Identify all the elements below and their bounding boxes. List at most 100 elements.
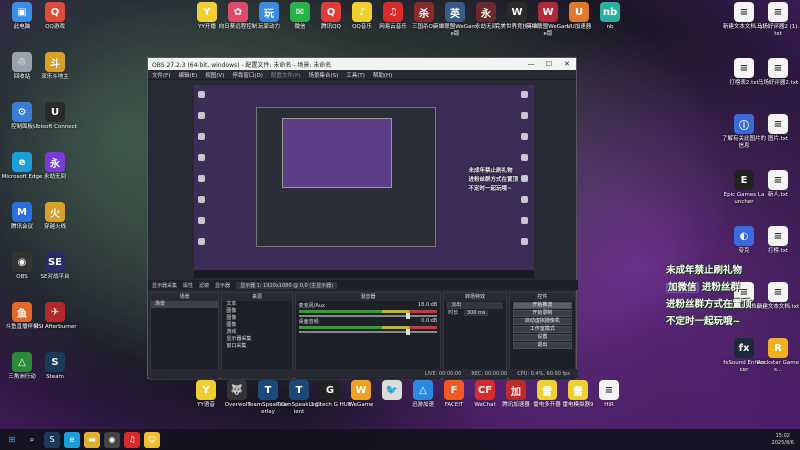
start-recording-button[interactable]: 开始录制 [512, 310, 572, 317]
app-icon: ◐ [734, 226, 754, 246]
edge-icon[interactable]: e [64, 431, 80, 448]
menu-tools[interactable]: 工具(T) [346, 71, 365, 79]
preview-desktop-icon [198, 133, 205, 140]
desktop-shortcut[interactable]: ≡ 马场好评器2 (1).txt [756, 2, 800, 38]
source-item[interactable]: 窗口采集 [222, 343, 291, 350]
filters-button[interactable]: 滤镜 [199, 282, 209, 289]
source-item[interactable]: 图像 [222, 315, 291, 322]
overlay-line-1: 未成年禁止刷礼物 [666, 265, 743, 276]
settings-button[interactable]: 设置 [512, 334, 572, 341]
preview-desktop-icon [521, 175, 528, 182]
app-icon: Q [321, 2, 341, 22]
source-item[interactable]: 图像 [222, 308, 291, 315]
app-icon: M [12, 202, 32, 222]
menu-scene-collection[interactable]: 场景集合(S) [308, 71, 338, 79]
desktop-shortcut[interactable]: ≡ 马场好评器2.txt [756, 58, 800, 87]
menu-help[interactable]: 帮助(H) [373, 71, 392, 79]
shortcut-label: 穿越火线 [43, 224, 66, 230]
close-icon[interactable]: ✕ [558, 60, 576, 68]
folder-icon[interactable]: ▬ [84, 431, 100, 448]
controls-title: 控件 [509, 293, 575, 301]
desktop-shortcut[interactable]: ≡ HIR [587, 380, 631, 409]
display-select[interactable]: 显示器 1: 1920x1080 @ 0,0 (主显示器) [236, 281, 338, 289]
shortcut-label: 新人.txt [767, 192, 789, 198]
menu-docks[interactable]: 停靠窗口(D) [232, 71, 263, 79]
desktop-shortcut[interactable]: Q QQ游戏 [33, 2, 77, 31]
overlay-line-4: 不定时一起玩哦~ [666, 316, 741, 327]
minimize-icon[interactable]: — [522, 60, 540, 68]
preview-desktop-icon [521, 133, 528, 140]
exit-button[interactable]: 退出 [512, 342, 572, 349]
studio-mode-button[interactable]: 工作室模式 [512, 326, 572, 333]
start-icon[interactable]: ⊞ [4, 432, 20, 448]
app-icon: 加 [506, 380, 526, 400]
desktop-shortcut[interactable]: R Rockstar Games... [756, 338, 800, 374]
properties-button[interactable]: 属性 [183, 282, 193, 289]
desktop-shortcut[interactable]: ≡ 新人.txt [756, 170, 800, 199]
preview-desktop-icon [521, 91, 528, 98]
taskbar-clock[interactable]: 15:02 2025/8/6 [772, 433, 794, 447]
volume-slider[interactable] [298, 313, 438, 319]
menu-profile[interactable]: 配置文件(P) [271, 71, 301, 79]
app-icon: ✿ [228, 2, 248, 22]
source-toolbar: 显示器采集 属性 滤镜 显示器 显示器 1: 1920x1080 @ 0,0 (… [148, 280, 578, 290]
duration-input[interactable]: 300 ms [463, 310, 489, 316]
preview-desktop-icon [521, 238, 528, 245]
audio-meter [298, 310, 438, 313]
preview-desktop-icon [198, 238, 205, 245]
obs-icon[interactable]: ◉ [104, 431, 120, 448]
mixer-channel: 桌面音频 0.0 dB [296, 317, 441, 335]
source-item[interactable]: 图像 [222, 322, 291, 329]
app-icon[interactable]: ☺ [144, 431, 160, 448]
desktop-shortcut[interactable]: S Steam [33, 352, 77, 381]
transitions-title: 转场特效 [444, 293, 506, 301]
app-icon: nb [600, 2, 620, 22]
display-label: 显示器 [215, 282, 231, 289]
menu-view[interactable]: 视图(V) [205, 71, 224, 79]
preview-nested-desktop [282, 118, 392, 188]
source-item[interactable]: 显示器采集 [222, 336, 291, 343]
menu-edit[interactable]: 编辑(E) [178, 71, 197, 79]
preview-desktop-icon [198, 196, 205, 203]
desktop-shortcut[interactable]: SE SE对战平台 [33, 252, 77, 281]
menu-file[interactable]: 文件(F) [152, 71, 170, 79]
desktop-shortcut[interactable]: nb nb [588, 2, 632, 31]
obs-window[interactable]: OBS 27.2.3 (64-bit, windows) - 配置文件: 未命名… [147, 57, 578, 380]
source-item[interactable]: 文本 [222, 301, 291, 308]
obs-statusbar: LIVE: 00:00:00 REC: 00:00:00 CPU: 0.4%, … [148, 369, 578, 378]
app-icon: T [258, 380, 278, 400]
desktop-shortcut[interactable]: 火穿越火线 [33, 202, 77, 231]
obs-menubar: 文件(F) 编辑(E) 视图(V) 停靠窗口(D) 配置文件(P) 场景集合(S… [148, 70, 576, 80]
desktop-shortcut[interactable]: ≡ 图片.txt [756, 114, 800, 143]
mixer-channel-name: 桌面音频 [298, 319, 319, 325]
desktop-shortcut[interactable]: ≡ 打榜.txt [756, 226, 800, 255]
maximize-icon[interactable]: ☐ [540, 60, 558, 68]
virtual-camera-button[interactable]: 启动虚拟摄像机 [512, 318, 572, 325]
shortcut-label: Steam [46, 374, 64, 380]
app-icon: 鱼 [12, 302, 32, 322]
transition-select[interactable]: 淡出 [447, 302, 503, 309]
app-icon: 雷 [568, 380, 588, 400]
obs-titlebar[interactable]: OBS 27.2.3 (64-bit, windows) - 配置文件: 未命名… [148, 58, 576, 70]
volume-slider[interactable] [298, 329, 438, 335]
app-icon: △ [12, 352, 32, 372]
source-item[interactable]: 游戏 [222, 329, 291, 336]
desktop-shortcut[interactable]: 斗双乐斗地主 [33, 52, 77, 81]
desktop-shortcut[interactable]: 永永劫无间 [33, 152, 77, 181]
steam-icon[interactable]: S [44, 431, 60, 448]
app-icon: 英 [445, 2, 465, 22]
duration-label: 时长 [448, 310, 459, 316]
scene-item[interactable]: 场景 [151, 301, 219, 308]
netease-music-icon[interactable]: ♫ [124, 431, 140, 448]
preview-desktop-icon [198, 217, 205, 224]
desktop-shortcut[interactable]: U Ubisoft Connect [33, 102, 77, 131]
shortcut-label: WeGame [348, 402, 374, 408]
app-icon: ≡ [734, 2, 754, 22]
start-streaming-button[interactable]: 开始推流 [512, 302, 572, 309]
search-icon[interactable]: ⌕ [24, 432, 40, 448]
desktop-shortcut[interactable]: ✈ MSI Afterburner [33, 302, 77, 331]
sources-dock: 来源 文本 图像 图像 图像 游戏 显示器采集 窗口采集 + − ⚙ ∧ ∨ [221, 292, 293, 380]
obs-preview[interactable]: 未成年禁止刷礼物 进粉丝群方式在置顶 不定时一起玩哦~ [194, 85, 534, 278]
app-icon: ≡ [768, 2, 788, 22]
preview-overlay-text: 未成年禁止刷礼物 进粉丝群方式在置顶 不定时一起玩哦~ [468, 168, 518, 192]
